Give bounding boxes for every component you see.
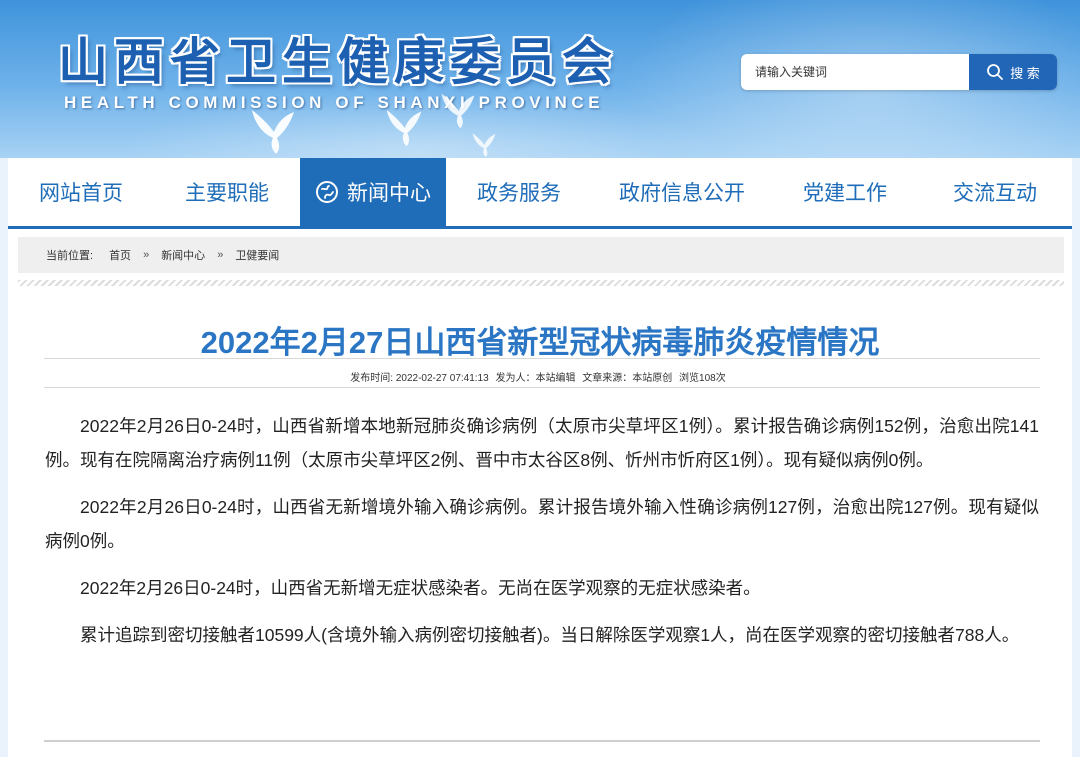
nav-item-news-center[interactable]: 新闻中心 [300, 158, 446, 226]
site-subtitle: HEALTH COMMISSION OF SHANXI PROVINCE [64, 93, 605, 112]
nav-item-label: 网站首页 [39, 182, 123, 205]
breadcrumb-link-health-news[interactable]: 卫健要闻 [235, 247, 279, 263]
publish-time: 发布时间: 2022-02-27 07:41:13 [350, 373, 489, 384]
search-button[interactable]: 搜 索 [969, 54, 1057, 90]
search-button-label: 搜 索 [1010, 65, 1040, 81]
nav-item-label: 党建工作 [803, 182, 887, 205]
article-paragraph: 2022年2月26日0-24时，山西省新增本地新冠肺炎确诊病例（太原市尖草坪区1… [45, 416, 1039, 470]
article-body: 2022年2月26日0-24时，山西省新增本地新冠肺炎确诊病例（太原市尖草坪区1… [45, 409, 1039, 665]
nav-item-label: 交流互动 [953, 182, 1037, 205]
search-input[interactable] [741, 54, 969, 90]
dove-icon [472, 133, 496, 157]
nav-item-party-building[interactable]: 党建工作 [772, 158, 918, 226]
header-banner: 山西省卫生健康委员会 HEALTH COMMISSION OF SHANXI P… [0, 0, 1080, 158]
nav-item-label: 新闻中心 [347, 182, 431, 205]
divider [44, 740, 1040, 742]
search-icon [987, 64, 1004, 80]
breadcrumb-separator: » [143, 249, 150, 261]
dotted-divider [18, 280, 1064, 286]
nav-item-label: 主要职能 [185, 182, 269, 205]
divider [44, 387, 1040, 388]
article-paragraph: 累计追踪到密切接触者10599人(含境外输入病例密切接触者)。当日解除医学观察1… [80, 625, 1020, 645]
view-count: 浏览108次 [679, 373, 726, 384]
breadcrumb-separator: » [217, 249, 224, 261]
dove-icon [441, 93, 475, 129]
article-title: 2022年2月27日山西省新型冠状病毒肺炎疫情情况 [200, 325, 880, 360]
breadcrumb-link-home[interactable]: 首页 [109, 247, 131, 263]
globe-icon [316, 181, 338, 203]
nav-item-government-services[interactable]: 政务服务 [446, 158, 592, 226]
dove-icon [252, 110, 294, 154]
nav-item-home[interactable]: 网站首页 [8, 158, 154, 226]
search-box: 搜 索 [741, 54, 1057, 90]
nav-item-information-disclosure[interactable]: 政府信息公开 [592, 158, 772, 226]
article-paragraph: 2022年2月26日0-24时，山西省无新增无症状感染者。无尚在医学观察的无症状… [80, 578, 761, 598]
breadcrumb-link-news-center[interactable]: 新闻中心 [161, 247, 205, 263]
nav-item-functions[interactable]: 主要职能 [154, 158, 300, 226]
article-source: 文章来源：本站原创 [582, 373, 673, 384]
content-panel: 当前位置: 首页 » 新闻中心 » 卫健要闻 2022年2月27日山西省新型冠状… [8, 229, 1072, 757]
breadcrumb-label: 当前位置: [46, 250, 94, 262]
dove-icon [386, 109, 422, 147]
main-nav: 网站首页 主要职能 新闻中心 政务服务 政府信息公开 党建工作 交流互动 [8, 158, 1072, 226]
publisher: 发为人：本站编辑 [495, 373, 576, 384]
divider [44, 358, 1040, 359]
article-paragraph: 2022年2月26日0-24时，山西省无新增境外输入确诊病例。累计报告境外输入性… [45, 497, 1039, 551]
breadcrumb: 当前位置: 首页 » 新闻中心 » 卫健要闻 [18, 237, 1064, 273]
nav-item-interaction[interactable]: 交流互动 [918, 158, 1072, 226]
site-title: 山西省卫生健康委员会 [58, 32, 618, 91]
article-meta: 发布时间: 2022-02-27 07:41:13 发为人：本站编辑 文章来源：… [8, 369, 1072, 384]
nav-item-label: 政务服务 [477, 182, 561, 205]
nav-item-label: 政府信息公开 [619, 182, 745, 205]
